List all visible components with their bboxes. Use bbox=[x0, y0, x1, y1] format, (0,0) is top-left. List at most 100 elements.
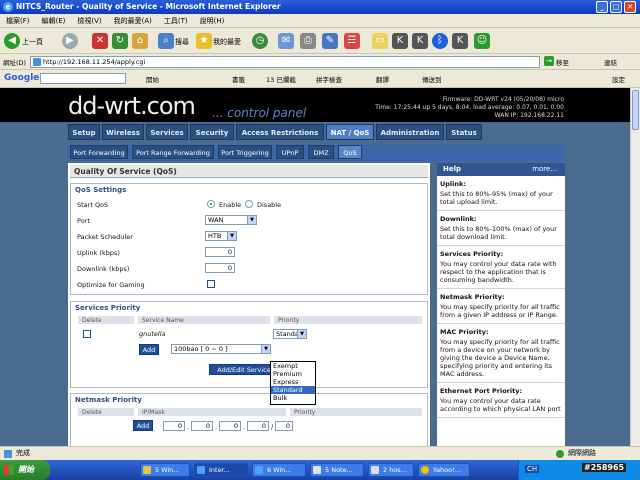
stop-icon[interactable]: ✕ bbox=[92, 33, 108, 49]
tab-nat-qos[interactable]: NAT / QoS bbox=[326, 124, 374, 140]
control-panel-label: ... control panel bbox=[212, 106, 307, 120]
refresh-icon[interactable]: ↻ bbox=[112, 33, 128, 49]
start-qos-label: Start QoS bbox=[77, 201, 109, 209]
address-input[interactable]: http://192.168.11.254/apply.cgi bbox=[30, 56, 540, 68]
menu-help[interactable]: 說明(H) bbox=[194, 14, 231, 28]
subtab-qos[interactable]: QoS bbox=[338, 145, 362, 159]
popup-blocked[interactable]: 13 已攔截 bbox=[266, 74, 296, 84]
tab-status[interactable]: Status bbox=[446, 124, 482, 140]
subtab-port-forwarding[interactable]: Port Forwarding bbox=[70, 145, 128, 159]
task-button[interactable]: Inter... bbox=[194, 463, 248, 477]
language-indicator[interactable]: CH bbox=[525, 465, 540, 473]
option-exempt[interactable]: Exempt bbox=[271, 362, 315, 370]
bookmarks-button[interactable]: 書籤 bbox=[232, 74, 245, 84]
ip-octet-3[interactable]: 0 bbox=[219, 421, 241, 431]
ip-octet-4[interactable]: 0 bbox=[247, 421, 269, 431]
qos-disable-radio[interactable] bbox=[245, 200, 253, 208]
menu-tools[interactable]: 工具(T) bbox=[158, 14, 194, 28]
watermark-stamp: #258965 bbox=[582, 463, 627, 472]
add-service-button[interactable]: Add bbox=[139, 344, 159, 355]
forward-icon[interactable]: ▶ bbox=[62, 33, 78, 49]
discuss-icon[interactable]: ☰ bbox=[344, 33, 360, 49]
tab-security[interactable]: Security bbox=[190, 124, 234, 140]
add-service-select[interactable]: 100bao [ 0 ~ 0 ] ▼ bbox=[171, 344, 271, 354]
qos-enable-radio[interactable] bbox=[207, 200, 215, 208]
bluetooth-icon[interactable]: ᛒ bbox=[432, 33, 448, 49]
folder-icon[interactable]: ▭ bbox=[372, 33, 388, 49]
ip-mask-bits[interactable]: 0 bbox=[275, 421, 293, 431]
scrollbar-thumb[interactable] bbox=[632, 90, 639, 130]
help-item-title: Services Priority: bbox=[440, 250, 504, 258]
edit-icon[interactable]: ✎ bbox=[322, 33, 338, 49]
favorites-label[interactable]: 我的最愛 bbox=[213, 37, 241, 47]
downlink-input[interactable]: 0 bbox=[205, 263, 235, 273]
help-item-text: Set this to 80%-95% (max) of your total … bbox=[440, 190, 553, 206]
send-to-button[interactable]: 傳送到 bbox=[422, 74, 442, 84]
ip-octet-2[interactable]: 0 bbox=[191, 421, 213, 431]
option-express[interactable]: Express bbox=[271, 378, 315, 386]
port-select[interactable]: WAN ▼ bbox=[205, 215, 257, 225]
help-item-text: You may control your data rate according… bbox=[440, 397, 561, 413]
start-button[interactable]: 開始 bbox=[0, 460, 50, 480]
tab-administration[interactable]: Administration bbox=[376, 124, 444, 140]
go-button[interactable]: 移至 bbox=[556, 57, 569, 67]
menu-favorites[interactable]: 我的最愛(A) bbox=[108, 14, 158, 28]
back-label[interactable]: 上一頁 bbox=[22, 37, 43, 47]
task-button[interactable]: 6 Win... bbox=[252, 463, 306, 477]
subtab-port-triggering[interactable]: Port Triggering bbox=[218, 145, 272, 159]
add-netmask-button[interactable]: Add bbox=[133, 420, 153, 431]
translate-button[interactable]: 翻譯 bbox=[376, 74, 389, 84]
option-premium[interactable]: Premium bbox=[271, 370, 315, 378]
tab-services[interactable]: Services bbox=[146, 124, 188, 140]
links-label[interactable]: 連結 bbox=[604, 57, 617, 67]
k3-icon[interactable]: K bbox=[452, 33, 468, 49]
home-icon[interactable]: ⌂ bbox=[132, 33, 148, 49]
service-delete-checkbox[interactable] bbox=[83, 330, 91, 338]
help-more-link[interactable]: more... bbox=[532, 163, 557, 176]
mail-icon[interactable]: ✉ bbox=[278, 33, 294, 49]
tab-wireless[interactable]: Wireless bbox=[102, 124, 144, 140]
close-button[interactable]: ✕ bbox=[624, 1, 636, 13]
maximize-button[interactable]: □ bbox=[610, 1, 622, 13]
search-label[interactable]: 搜尋 bbox=[175, 37, 189, 47]
vertical-scrollbar[interactable] bbox=[630, 88, 640, 446]
menu-edit[interactable]: 編輯(E) bbox=[36, 14, 72, 28]
print-icon[interactable]: ⎙ bbox=[300, 33, 316, 49]
task-button[interactable]: Yahoo!... bbox=[418, 463, 470, 477]
priority-dropdown-list[interactable]: Exempt Premium Express Standard Bulk bbox=[270, 361, 316, 405]
option-bulk[interactable]: Bulk bbox=[271, 394, 315, 402]
task-button[interactable]: 5 Note... bbox=[310, 463, 364, 477]
k2-icon[interactable]: K bbox=[412, 33, 428, 49]
subtab-port-range-forwarding[interactable]: Port Range Forwarding bbox=[132, 145, 214, 159]
service-priority-select[interactable]: Standard ▼ bbox=[273, 329, 307, 339]
scheduler-select[interactable]: HTB ▼ bbox=[205, 231, 237, 241]
tab-access-restrictions[interactable]: Access Restrictions bbox=[236, 124, 324, 140]
minimize-button[interactable]: _ bbox=[596, 1, 608, 13]
favorites-icon[interactable]: ★ bbox=[196, 33, 212, 49]
ip-octet-1[interactable]: 0 bbox=[163, 421, 185, 431]
subtab-dmz[interactable]: DMZ bbox=[308, 145, 334, 159]
history-icon[interactable]: ◷ bbox=[252, 33, 268, 49]
task-label: Yahoo!... bbox=[433, 466, 461, 474]
tab-setup[interactable]: Setup bbox=[68, 124, 100, 140]
menu-view[interactable]: 檢視(V) bbox=[71, 14, 107, 28]
task-button[interactable]: 2 hos... bbox=[368, 463, 414, 477]
uplink-input[interactable]: 0 bbox=[205, 247, 235, 257]
k-icon[interactable]: K bbox=[392, 33, 408, 49]
settings-button[interactable]: 設定 bbox=[612, 74, 625, 84]
task-button[interactable]: 5 Win... bbox=[140, 463, 190, 477]
chevron-down-icon: ▼ bbox=[227, 232, 236, 240]
google-search-input[interactable] bbox=[40, 73, 126, 84]
messenger-icon[interactable]: ☺ bbox=[474, 33, 490, 49]
spellcheck-button[interactable]: 拼字檢查 bbox=[316, 74, 342, 84]
subtab-upnp[interactable]: UPnP bbox=[276, 145, 304, 159]
back-icon[interactable]: ◀ bbox=[4, 33, 20, 49]
option-standard[interactable]: Standard bbox=[271, 386, 315, 394]
add-edit-service-button[interactable]: Add/Edit Service bbox=[209, 364, 279, 375]
wan-ip: WAN IP: 192.168.22.11 bbox=[494, 112, 564, 119]
go-icon[interactable]: → bbox=[544, 56, 554, 66]
google-search-button[interactable]: 開始 bbox=[146, 74, 159, 84]
search-icon[interactable]: ⌕ bbox=[158, 33, 174, 49]
optimize-gaming-checkbox[interactable] bbox=[207, 280, 215, 288]
menu-file[interactable]: 檔案(F) bbox=[0, 14, 36, 28]
